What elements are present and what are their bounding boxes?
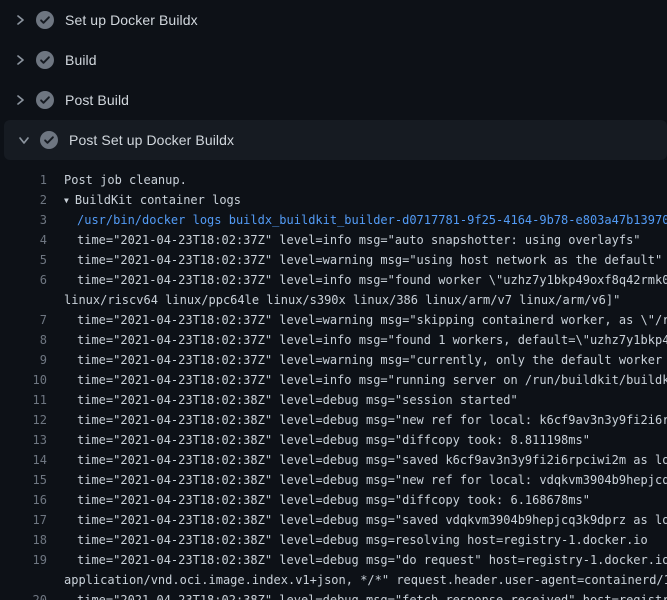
- step-list: Set up Docker Buildx Build Post Build: [0, 0, 667, 160]
- log-group-label[interactable]: BuildKit container logs: [75, 193, 241, 207]
- line-number[interactable]: [0, 290, 47, 310]
- log-text: time="2021-04-23T18:02:38Z" level=debug …: [77, 450, 667, 470]
- step-row[interactable]: Post Build: [0, 80, 667, 120]
- line-number[interactable]: 7: [0, 310, 47, 330]
- step-title: Build: [65, 52, 97, 68]
- line-number[interactable]: 12: [0, 410, 47, 430]
- check-circle-icon: [36, 91, 54, 109]
- log-text: time="2021-04-23T18:02:38Z" level=debug …: [77, 510, 667, 530]
- line-number[interactable]: 5: [0, 250, 47, 270]
- log-text: linux/riscv64 linux/ppc64le linux/s390x …: [64, 290, 620, 310]
- log-line: 12 time="2021-04-23T18:02:38Z" level=deb…: [0, 410, 667, 430]
- log-line: 18 time="2021-04-23T18:02:38Z" level=deb…: [0, 530, 667, 550]
- log-text: time="2021-04-23T18:02:37Z" level=info m…: [77, 330, 667, 350]
- log-line: 20 time="2021-04-23T18:02:38Z" level=deb…: [0, 590, 667, 600]
- line-number[interactable]: 18: [0, 530, 47, 550]
- log-line: 16 time="2021-04-23T18:02:38Z" level=deb…: [0, 490, 667, 510]
- line-number[interactable]: 10: [0, 370, 47, 390]
- log-text: time="2021-04-23T18:02:38Z" level=debug …: [77, 490, 590, 510]
- line-number[interactable]: 17: [0, 510, 47, 530]
- log-text: time="2021-04-23T18:02:38Z" level=debug …: [77, 410, 667, 430]
- step-title: Post Set up Docker Buildx: [69, 132, 234, 148]
- log-line: 6 time="2021-04-23T18:02:37Z" level=info…: [0, 270, 667, 290]
- check-circle-icon: [36, 51, 54, 69]
- log-line: linux/riscv64 linux/ppc64le linux/s390x …: [0, 290, 667, 310]
- step-row[interactable]: Build: [0, 40, 667, 80]
- chevron-down-icon: [16, 132, 32, 148]
- log-text: ▼ BuildKit container logs: [64, 190, 241, 210]
- log-line: 10 time="2021-04-23T18:02:37Z" level=inf…: [0, 370, 667, 390]
- line-number[interactable]: 6: [0, 270, 47, 290]
- log-line: 8 time="2021-04-23T18:02:37Z" level=info…: [0, 330, 667, 350]
- log-text: time="2021-04-23T18:02:37Z" level=info m…: [77, 230, 641, 250]
- line-number[interactable]: 9: [0, 350, 47, 370]
- step-row[interactable]: Post Set up Docker Buildx: [4, 120, 667, 160]
- log-text: /usr/bin/docker logs buildx_buildkit_bui…: [77, 210, 667, 230]
- log-text: time="2021-04-23T18:02:38Z" level=debug …: [77, 530, 648, 550]
- workflow-log-panel: Set up Docker Buildx Build Post Build: [0, 0, 667, 600]
- log-line: 19 time="2021-04-23T18:02:38Z" level=deb…: [0, 550, 667, 570]
- log-line: 11 time="2021-04-23T18:02:38Z" level=deb…: [0, 390, 667, 410]
- log-line: 17 time="2021-04-23T18:02:38Z" level=deb…: [0, 510, 667, 530]
- line-number[interactable]: 14: [0, 450, 47, 470]
- log-text: time="2021-04-23T18:02:38Z" level=debug …: [77, 590, 667, 600]
- log-line: 1 Post job cleanup.: [0, 170, 667, 190]
- log-line: 13 time="2021-04-23T18:02:38Z" level=deb…: [0, 430, 667, 450]
- line-number[interactable]: 19: [0, 550, 47, 570]
- log-text: time="2021-04-23T18:02:37Z" level=warnin…: [77, 250, 662, 270]
- line-number[interactable]: 8: [0, 330, 47, 350]
- line-number[interactable]: 11: [0, 390, 47, 410]
- log-text: time="2021-04-23T18:02:38Z" level=debug …: [77, 430, 590, 450]
- log-text: time="2021-04-23T18:02:37Z" level=info m…: [77, 370, 667, 390]
- line-number[interactable]: 15: [0, 470, 47, 490]
- log-text: application/vnd.oci.image.index.v1+json,…: [64, 570, 667, 590]
- line-number[interactable]: 1: [0, 170, 47, 190]
- log-text: time="2021-04-23T18:02:38Z" level=debug …: [77, 390, 518, 410]
- line-number[interactable]: 3: [0, 210, 47, 230]
- group-toggle-icon[interactable]: ▼: [64, 191, 69, 210]
- log-line: 9 time="2021-04-23T18:02:37Z" level=warn…: [0, 350, 667, 370]
- line-number[interactable]: 4: [0, 230, 47, 250]
- step-title: Set up Docker Buildx: [65, 12, 198, 28]
- line-number[interactable]: 20: [0, 590, 47, 600]
- log-text: Post job cleanup.: [64, 170, 187, 190]
- log-line: application/vnd.oci.image.index.v1+json,…: [0, 570, 667, 590]
- chevron-right-icon: [12, 52, 28, 68]
- log-line: 4 time="2021-04-23T18:02:37Z" level=info…: [0, 230, 667, 250]
- log-line: 2 ▼ BuildKit container logs: [0, 190, 667, 210]
- log-text: time="2021-04-23T18:02:37Z" level=warnin…: [77, 310, 667, 330]
- check-circle-icon: [36, 11, 54, 29]
- log-text: time="2021-04-23T18:02:37Z" level=info m…: [77, 270, 667, 290]
- step-title: Post Build: [65, 92, 129, 108]
- line-number[interactable]: [0, 570, 47, 590]
- log-text: time="2021-04-23T18:02:38Z" level=debug …: [77, 470, 667, 490]
- chevron-right-icon: [12, 12, 28, 28]
- log-line: 15 time="2021-04-23T18:02:38Z" level=deb…: [0, 470, 667, 490]
- check-circle-icon: [40, 131, 58, 149]
- line-number[interactable]: 13: [0, 430, 47, 450]
- chevron-right-icon: [12, 92, 28, 108]
- line-number[interactable]: 2: [0, 190, 47, 210]
- log-line: 5 time="2021-04-23T18:02:37Z" level=warn…: [0, 250, 667, 270]
- step-row[interactable]: Set up Docker Buildx: [0, 0, 667, 40]
- log-view: 1 Post job cleanup. 2 ▼ BuildKit containe…: [0, 160, 667, 600]
- log-text: time="2021-04-23T18:02:37Z" level=warnin…: [77, 350, 667, 370]
- log-text: time="2021-04-23T18:02:38Z" level=debug …: [77, 550, 667, 570]
- line-number[interactable]: 16: [0, 490, 47, 510]
- log-line: 7 time="2021-04-23T18:02:37Z" level=warn…: [0, 310, 667, 330]
- log-line: 14 time="2021-04-23T18:02:38Z" level=deb…: [0, 450, 667, 470]
- log-line: 3 /usr/bin/docker logs buildx_buildkit_b…: [0, 210, 667, 230]
